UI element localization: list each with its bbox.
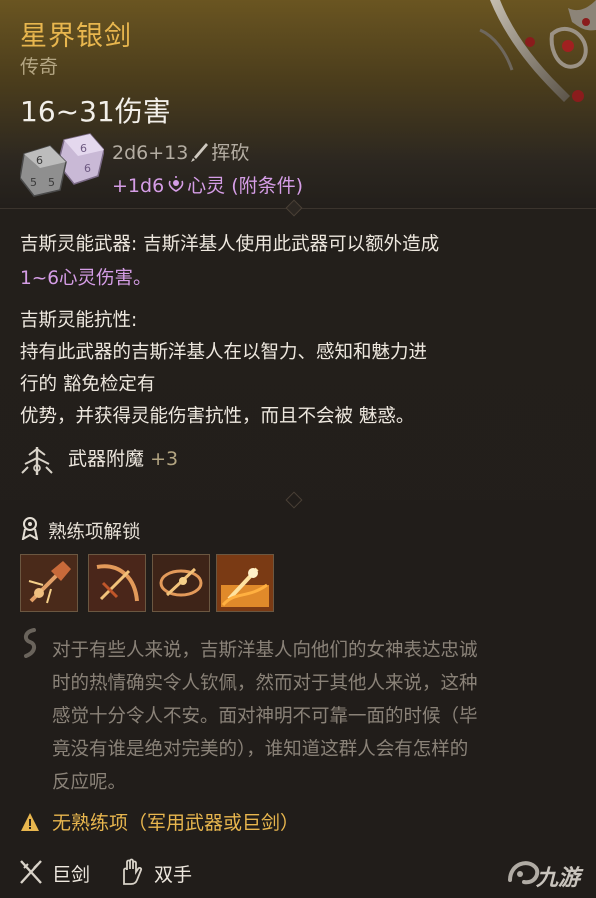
no-proficiency-warning: 无熟练项（军用武器或巨剑） xyxy=(52,812,300,834)
passive-2-line-2: 行的 豁免检定有 xyxy=(20,374,156,395)
damage-extra-line: +1d6 心灵 (附条件) xyxy=(112,171,303,198)
passive-2-line-1: 持有此武器的吉斯洋基人在以智力、感知和魅力进 xyxy=(20,342,428,363)
item-tooltip: 星界银剑 传奇 16~31伤害 6 6 6 5 5 2d6+13 挥砍 +1d6 心… xyxy=(0,0,596,898)
item-header: 星界银剑 传奇 16~31伤害 6 6 6 5 5 2d6+13 挥砍 +1d6 心… xyxy=(0,0,596,205)
damage-main-type: 挥砍 xyxy=(211,142,250,164)
sword-artwork xyxy=(479,0,596,102)
slashing-icon xyxy=(191,143,209,162)
passive-2-line-3: 优势，并获得灵能伤害抗性，而且不会被 魅惑。 xyxy=(20,406,415,427)
svg-text:5: 5 xyxy=(30,176,37,189)
skill-2-icon xyxy=(89,555,145,611)
passive-1-psychic: 1~6心灵伤害。 xyxy=(20,268,152,289)
svg-text:6: 6 xyxy=(84,162,91,175)
proficiency-header: 熟练项解锁 xyxy=(48,522,141,543)
weapon-enchant-icon xyxy=(21,447,53,475)
damage-extra-type: 心灵 (附条件) xyxy=(187,175,304,197)
damage-main-dice: 2d6+13 xyxy=(112,142,189,164)
lore-line-5: 反应呢。 xyxy=(52,772,127,793)
proficiency-skill-3[interactable] xyxy=(152,554,210,612)
greatsword-icon xyxy=(20,860,42,884)
handedness-tag: 双手 xyxy=(154,864,193,886)
lore-line-1: 对于有些人来说，吉斯洋基人向他们的女神表达忠诚 xyxy=(52,640,478,661)
skill-3-icon xyxy=(153,555,209,611)
enchant-value: +3 xyxy=(150,448,179,470)
item-rarity: 传奇 xyxy=(20,56,59,78)
damage-main-line: 2d6+13 挥砍 xyxy=(112,138,249,165)
passive-1-title: 吉斯灵能武器: xyxy=(20,234,138,255)
watermark-text: 九游 xyxy=(536,866,581,891)
lore-text: 对于有些人来说，吉斯洋基人向他们的女神表达忠诚 时的热情确实令人钦佩，然而对于其… xyxy=(52,634,572,799)
proficiency-skill-4[interactable] xyxy=(216,554,274,612)
proficiency-skill-1[interactable] xyxy=(20,554,78,612)
svg-text:5: 5 xyxy=(48,176,55,189)
skill-4-icon xyxy=(217,555,273,611)
warning-icon xyxy=(21,813,39,831)
enchant-label: 武器附魔 xyxy=(68,448,145,470)
proficiency-skill-2[interactable] xyxy=(88,554,146,612)
lore-line-3: 感觉十分令人不安。面对神明不可靠一面的时候（毕 xyxy=(52,706,478,727)
item-name: 星界银剑 xyxy=(20,21,132,52)
damage-extra-dice: +1d6 xyxy=(112,175,165,197)
weapon-type-tag: 巨剑 xyxy=(52,864,91,886)
damage-range: 16~31伤害 xyxy=(20,95,171,128)
passive-psionic-weapon: 吉斯灵能武器: 吉斯洋基人使用此武器可以额外造成 1~6心灵伤害。 xyxy=(20,228,580,296)
passive-psionic-resistance: 吉斯灵能抗性: 持有此武器的吉斯洋基人在以智力、感知和魅力进 行的 豁免检定有 … xyxy=(20,305,580,433)
lore-quote-icon xyxy=(23,628,37,658)
passive-1-body: 吉斯洋基人使用此武器可以额外造成 xyxy=(137,234,440,255)
skill-1-icon xyxy=(21,555,77,611)
svg-text:6: 6 xyxy=(80,142,87,155)
svg-text:6: 6 xyxy=(36,154,43,167)
weapon-enchant: 武器附魔 +3 xyxy=(68,444,178,471)
two-handed-icon xyxy=(123,858,143,885)
lore-line-4: 竟没有谁是绝对完美的），谁知道这群人会有怎样的 xyxy=(52,739,469,760)
passive-2-title: 吉斯灵能抗性: xyxy=(20,310,138,331)
psychic-icon xyxy=(168,176,184,192)
dice-icon: 6 6 6 5 5 xyxy=(20,133,104,197)
lore-line-2: 时的热情确实令人钦佩，然而对于其他人来说，这种 xyxy=(52,673,478,694)
proficiency-unlock-icon xyxy=(21,517,39,540)
